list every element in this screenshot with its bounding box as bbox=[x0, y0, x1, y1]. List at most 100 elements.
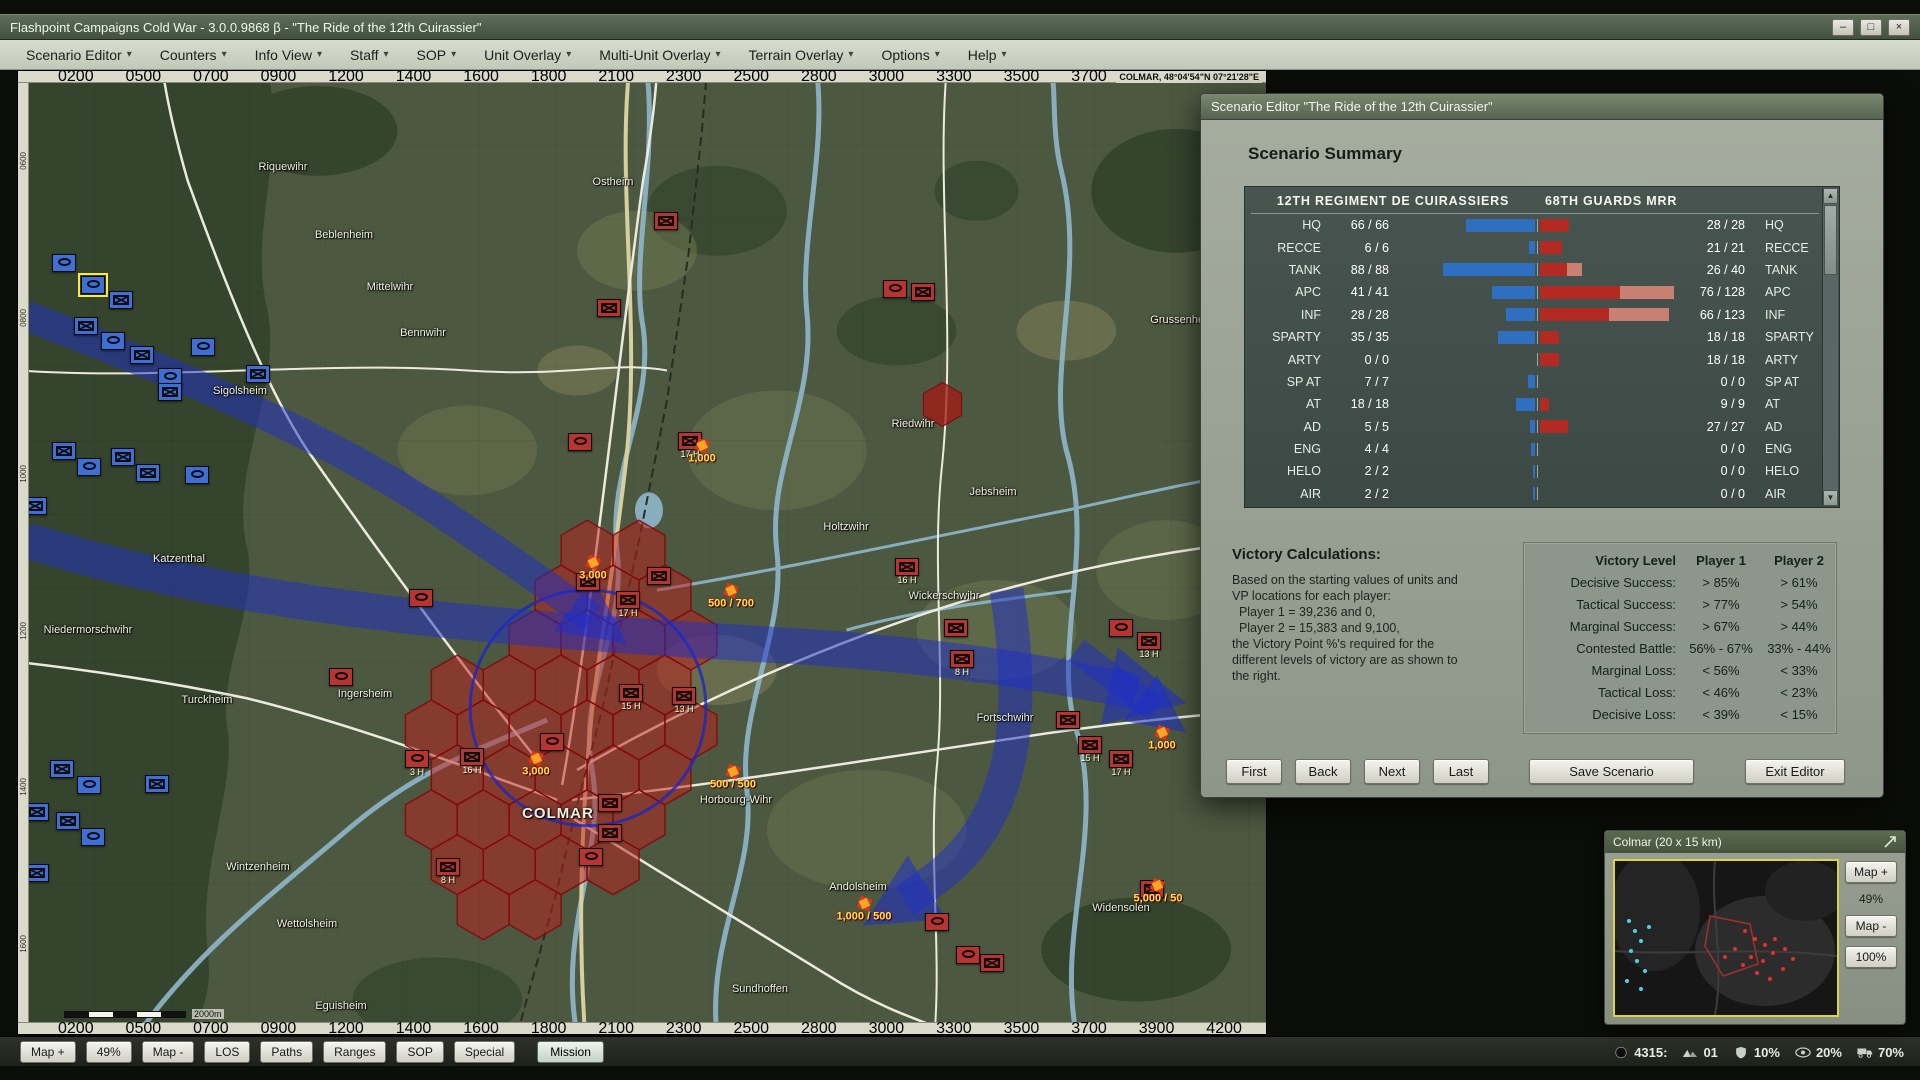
scroll-down-icon[interactable]: ▼ bbox=[1823, 490, 1838, 506]
pact-unit-counter[interactable] bbox=[647, 567, 671, 585]
pact-unit-counter[interactable]: 15 H bbox=[619, 684, 643, 702]
menu-item-multi-unit-overlay[interactable]: Multi-Unit Overlay▾ bbox=[587, 43, 732, 67]
nato-unit-counter[interactable] bbox=[77, 776, 101, 794]
nato-unit-counter[interactable] bbox=[77, 458, 101, 476]
vp-marker[interactable]: 3,000 bbox=[522, 753, 550, 778]
save-scenario-button[interactable]: Save Scenario bbox=[1529, 759, 1694, 784]
toolbar-los-button[interactable]: LOS bbox=[204, 1041, 250, 1063]
toolbar-ranges-button[interactable]: Ranges bbox=[323, 1041, 386, 1063]
vp-marker[interactable]: 5,000 / 50 bbox=[1134, 880, 1183, 905]
toolbar-special-button[interactable]: Special bbox=[454, 1041, 515, 1063]
nav-next-button[interactable]: Next bbox=[1364, 759, 1420, 784]
toolbar-map-button[interactable]: Map + bbox=[20, 1041, 76, 1063]
nato-unit-counter[interactable] bbox=[109, 291, 133, 309]
vp-marker[interactable]: 1,000 bbox=[1148, 727, 1176, 752]
pact-unit-counter[interactable]: 8 H bbox=[436, 858, 460, 876]
exit-editor-button[interactable]: Exit Editor bbox=[1745, 759, 1845, 784]
nato-unit-counter[interactable] bbox=[74, 317, 98, 335]
vp-marker[interactable]: 1,000 bbox=[688, 440, 716, 465]
pact-unit-counter[interactable] bbox=[1109, 619, 1133, 637]
scroll-up-icon[interactable]: ▲ bbox=[1823, 188, 1838, 204]
nato-unit-counter[interactable] bbox=[81, 276, 105, 294]
dialog-title-bar[interactable]: Scenario Editor "The Ride of the 12th Cu… bbox=[1201, 94, 1883, 120]
menu-item-sop[interactable]: SOP▾ bbox=[405, 43, 469, 67]
nato-unit-counter[interactable] bbox=[101, 332, 125, 350]
p2-threshold: > 54% bbox=[1760, 597, 1838, 612]
nato-unit-counter[interactable] bbox=[136, 464, 160, 482]
resize-icon[interactable] bbox=[1883, 835, 1897, 849]
menu-item-staff[interactable]: Staff▾ bbox=[338, 43, 401, 67]
pact-unit-counter[interactable]: 3 H bbox=[405, 750, 429, 768]
nato-unit-counter[interactable] bbox=[52, 254, 76, 272]
pact-unit-counter[interactable]: 16 H bbox=[895, 558, 919, 576]
pact-unit-counter[interactable] bbox=[911, 283, 935, 301]
pact-unit-counter[interactable] bbox=[1056, 711, 1080, 729]
menu-item-options[interactable]: Options▾ bbox=[869, 43, 951, 67]
nato-unit-counter[interactable] bbox=[246, 365, 270, 383]
maximize-icon[interactable]: □ bbox=[1860, 19, 1882, 36]
pact-unit-counter[interactable] bbox=[883, 280, 907, 298]
nato-unit-counter[interactable] bbox=[81, 828, 105, 846]
unit-table-scrollbar[interactable]: ▲ ▼ bbox=[1822, 188, 1838, 506]
pact-unit-counter[interactable] bbox=[944, 619, 968, 637]
nav-back-button[interactable]: Back bbox=[1295, 759, 1351, 784]
pact-unit-counter[interactable] bbox=[956, 946, 980, 964]
pact-unit-counter[interactable]: 17 H bbox=[1109, 750, 1133, 768]
toolbar-map-button[interactable]: Map - bbox=[142, 1041, 195, 1063]
armor-symbol-icon bbox=[107, 336, 120, 344]
toolbar-mission-button[interactable]: Mission bbox=[537, 1041, 604, 1063]
nato-unit-counter[interactable] bbox=[50, 760, 74, 778]
nato-unit-counter[interactable] bbox=[185, 466, 209, 484]
pact-unit-counter[interactable] bbox=[409, 589, 433, 607]
pact-unit-counter[interactable] bbox=[654, 212, 678, 230]
nato-unit-counter[interactable] bbox=[145, 775, 169, 793]
pact-unit-counter[interactable] bbox=[980, 954, 1004, 972]
pact-unit-counter[interactable]: 16 H bbox=[460, 748, 484, 766]
toolbar-49-button[interactable]: 49% bbox=[86, 1041, 132, 1063]
pact-unit-counter[interactable] bbox=[540, 733, 564, 751]
pact-unit-counter[interactable] bbox=[597, 299, 621, 317]
minimap-map-button[interactable]: Map + bbox=[1845, 861, 1897, 883]
toolbar-sop-button[interactable]: SOP bbox=[396, 1041, 443, 1063]
pact-unit-counter[interactable]: 8 H bbox=[950, 650, 974, 668]
close-icon[interactable]: × bbox=[1888, 19, 1910, 36]
toolbar-paths-button[interactable]: Paths bbox=[260, 1041, 313, 1063]
menu-item-help[interactable]: Help▾ bbox=[956, 43, 1019, 67]
pact-unit-counter[interactable] bbox=[329, 668, 353, 686]
menu-item-scenario-editor[interactable]: Scenario Editor▾ bbox=[14, 43, 144, 67]
vp-marker[interactable]: 3,000 bbox=[579, 557, 607, 582]
vp-marker[interactable]: 1,000 / 500 bbox=[836, 898, 891, 923]
nato-unit-counter[interactable] bbox=[130, 346, 154, 364]
vp-marker[interactable]: 500 / 500 bbox=[710, 766, 756, 791]
nato-unit-counter[interactable] bbox=[111, 448, 135, 466]
pact-unit-counter[interactable]: 13 H bbox=[1137, 632, 1161, 650]
pact-unit-counter[interactable]: 13 H bbox=[672, 687, 696, 705]
pact-unit-counter[interactable] bbox=[598, 794, 622, 812]
ruler-number: 0600 bbox=[19, 152, 28, 170]
menu-item-terrain-overlay[interactable]: Terrain Overlay▾ bbox=[737, 43, 866, 67]
vp-marker[interactable]: 500 / 700 bbox=[708, 585, 754, 610]
minimap-viewport[interactable] bbox=[1613, 859, 1839, 1017]
scrollbar-thumb[interactable] bbox=[1824, 205, 1837, 275]
menu-item-counters[interactable]: Counters▾ bbox=[148, 43, 239, 67]
pact-unit-counter[interactable]: 15 H bbox=[1078, 736, 1102, 754]
nato-unit-counter[interactable] bbox=[191, 338, 215, 356]
pact-unit-counter[interactable] bbox=[568, 433, 592, 451]
nav-first-button[interactable]: First bbox=[1226, 759, 1282, 784]
minimize-icon[interactable]: – bbox=[1832, 19, 1854, 36]
minimap-100-button[interactable]: 100% bbox=[1845, 946, 1897, 968]
pact-unit-counter[interactable]: 17 H bbox=[616, 591, 640, 609]
pact-unit-counter[interactable] bbox=[925, 913, 949, 931]
minimap-title-bar[interactable]: Colmar (20 x 15 km) bbox=[1605, 831, 1905, 853]
nato-unit-counter[interactable] bbox=[52, 442, 76, 460]
pact-unit-counter[interactable] bbox=[598, 824, 622, 842]
nav-last-button[interactable]: Last bbox=[1433, 759, 1489, 784]
nato-unit-counter[interactable] bbox=[158, 383, 182, 401]
minimap-map-button[interactable]: Map - bbox=[1845, 915, 1897, 937]
map-viewport[interactable]: OstheimRiquewihrBeblenheimMittelwihrBenn… bbox=[17, 70, 1267, 1035]
nato-unit-counter[interactable] bbox=[56, 812, 80, 830]
scrollbar-track[interactable] bbox=[1823, 276, 1838, 490]
pact-unit-counter[interactable] bbox=[579, 848, 603, 866]
menu-item-info-view[interactable]: Info View▾ bbox=[243, 43, 334, 67]
menu-item-unit-overlay[interactable]: Unit Overlay▾ bbox=[472, 43, 583, 67]
